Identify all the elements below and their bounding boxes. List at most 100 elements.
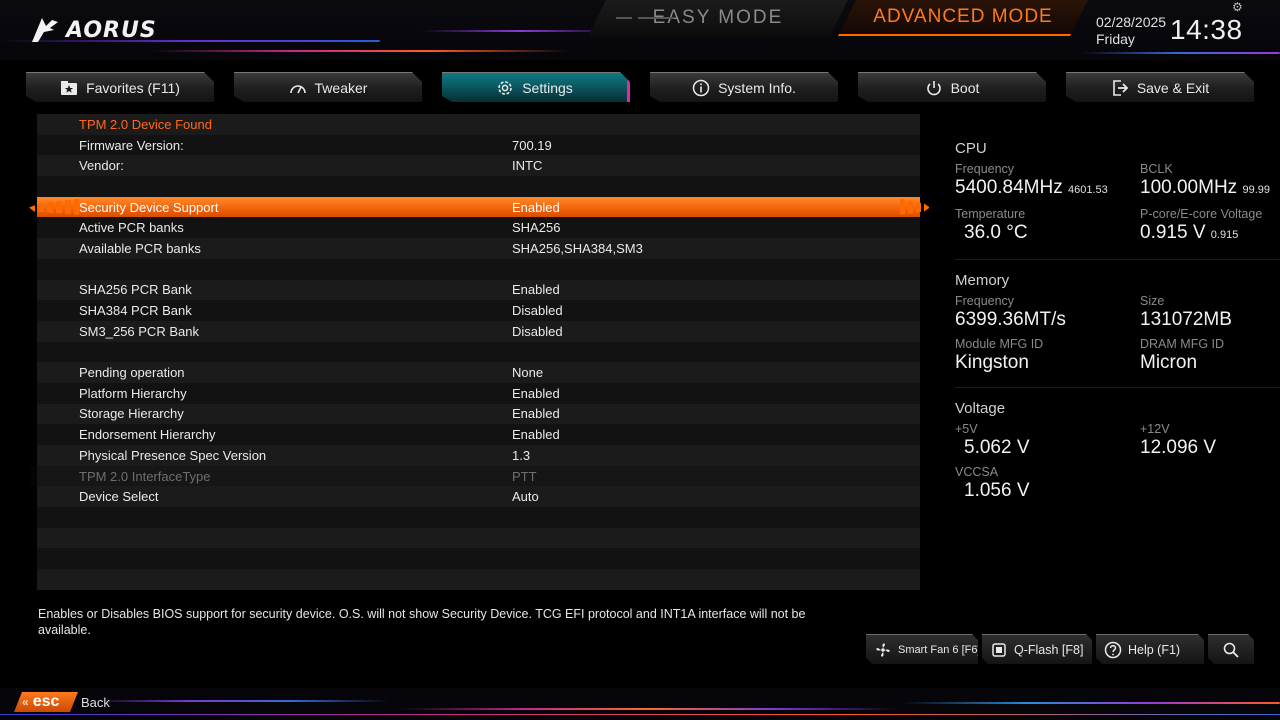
v5-label: +5V bbox=[955, 422, 978, 436]
decor-streak bbox=[420, 30, 620, 32]
gear-icon bbox=[496, 79, 514, 97]
brand-text: AORUS bbox=[66, 17, 157, 43]
setting-value: SHA256 bbox=[512, 220, 561, 236]
star-folder-icon bbox=[60, 79, 78, 97]
decor-streak bbox=[900, 702, 1280, 704]
main-tabs: Favorites (F11) Tweaker Settings System … bbox=[26, 72, 1256, 104]
setting-row-firmware-version: Firmware Version: 700.19 bbox=[37, 134, 920, 156]
date-text: 02/28/2025 bbox=[1096, 14, 1167, 30]
v5-value: 5.062 V bbox=[964, 437, 1030, 458]
empty-row bbox=[37, 258, 920, 280]
setting-label: TPM 2.0 InterfaceType bbox=[79, 468, 211, 484]
esc-button[interactable]: « esc bbox=[14, 692, 78, 712]
setting-label: TPM 2.0 Device Found bbox=[79, 116, 212, 132]
easy-mode-button[interactable]: EASY MODE bbox=[588, 0, 848, 36]
setting-row-device-select[interactable]: Device Select Auto bbox=[37, 486, 920, 508]
tab-boot[interactable]: Boot bbox=[858, 72, 1046, 102]
empty-row bbox=[37, 548, 920, 570]
fan-icon bbox=[874, 641, 892, 659]
advanced-mode-button[interactable]: ADVANCED MODE bbox=[838, 0, 1088, 36]
aorus-logo: AORUS bbox=[30, 14, 157, 46]
empty-row bbox=[37, 507, 920, 528]
tab-label: Tweaker bbox=[314, 79, 368, 96]
search-icon bbox=[1222, 641, 1240, 659]
selection-marker-left bbox=[29, 198, 79, 215]
dram-mfg-label: DRAM MFG ID bbox=[1140, 337, 1225, 351]
setting-label: Active PCR banks bbox=[79, 220, 184, 236]
setting-value[interactable]: Enabled bbox=[512, 386, 560, 401]
decor-streak bbox=[90, 700, 390, 702]
setting-row-physical-presence-spec-version[interactable]: Physical Presence Spec Version 1.3 bbox=[37, 445, 920, 466]
back-label: Back bbox=[81, 695, 110, 710]
setting-value[interactable]: 1.3 bbox=[512, 448, 530, 463]
hardware-monitor: CPU Frequency 5400.84MHz 4601.53 BCLK 10… bbox=[955, 140, 1280, 515]
setting-label: Storage Hierarchy bbox=[79, 406, 184, 422]
setting-value[interactable]: Disabled bbox=[512, 324, 563, 339]
help-description: Enables or Disables BIOS support for sec… bbox=[38, 607, 806, 637]
setting-label: Physical Presence Spec Version bbox=[79, 447, 267, 463]
button-label: Q-Flash [F8] bbox=[1014, 642, 1084, 657]
decor-streak bbox=[1080, 52, 1280, 54]
tab-favorites[interactable]: Favorites (F11) bbox=[26, 72, 214, 102]
setting-label: Device Select bbox=[79, 489, 159, 505]
smart-fan-button[interactable]: Smart Fan 6 [F6] bbox=[866, 634, 978, 664]
speedometer-icon bbox=[289, 79, 307, 97]
v12-label: +12V bbox=[1140, 422, 1170, 436]
esc-label: esc bbox=[32, 693, 60, 710]
divider bbox=[955, 259, 1280, 260]
empty-row bbox=[37, 527, 920, 549]
tab-save-exit[interactable]: Save & Exit bbox=[1066, 72, 1254, 102]
tab-settings[interactable]: Settings bbox=[442, 72, 630, 102]
setting-row-tpm-2-0-device-found: TPM 2.0 Device Found bbox=[37, 114, 920, 135]
vccsa-label: VCCSA bbox=[955, 465, 999, 479]
setting-value[interactable]: None bbox=[512, 365, 543, 380]
decor-streak bbox=[150, 50, 570, 52]
setting-row-endorsement-hierarchy[interactable]: Endorsement Hierarchy Enabled bbox=[37, 424, 920, 445]
setting-row-tpm-2-0-interfacetype: TPM 2.0 InterfaceType PTT bbox=[37, 465, 920, 487]
setting-label: SHA256 PCR Bank bbox=[79, 282, 192, 298]
setting-value[interactable]: Disabled bbox=[512, 303, 563, 318]
v12-value: 12.096 V bbox=[1140, 437, 1217, 458]
memory-frequency-label: Frequency bbox=[955, 294, 1015, 308]
tab-label: Boot bbox=[950, 79, 980, 96]
cpu-frequency-value: 5400.84MHz 4601.53 bbox=[955, 177, 1108, 198]
setting-value[interactable]: Enabled bbox=[512, 427, 560, 442]
setting-row-sha384-pcr-bank[interactable]: SHA384 PCR Bank Disabled bbox=[37, 300, 920, 321]
setting-row-pending-operation[interactable]: Pending operation None bbox=[37, 362, 920, 383]
setting-row-security-device-support[interactable]: Security Device Support Enabled bbox=[29, 196, 930, 218]
empty-row bbox=[37, 176, 920, 197]
search-button[interactable] bbox=[1208, 634, 1254, 664]
setting-value[interactable]: Enabled bbox=[512, 282, 560, 297]
module-mfg-label: Module MFG ID bbox=[955, 337, 1044, 351]
core-voltage-value: 0.915 V 0.915 bbox=[1140, 222, 1239, 243]
clock-settings-icon[interactable]: ⚙ bbox=[1232, 0, 1243, 14]
help-button[interactable]: Help (F1) bbox=[1096, 634, 1204, 664]
setting-row-sha256-pcr-bank[interactable]: SHA256 PCR Bank Enabled bbox=[37, 279, 920, 301]
tab-label: Settings bbox=[522, 79, 573, 96]
setting-value[interactable]: Enabled bbox=[512, 200, 560, 215]
memory-frequency-value: 6399.36MT/s bbox=[955, 309, 1066, 330]
setting-row-sm3-256-pcr-bank[interactable]: SM3_256 PCR Bank Disabled bbox=[37, 320, 920, 342]
q-flash-button[interactable]: Q-Flash [F8] bbox=[982, 634, 1092, 664]
setting-row-platform-hierarchy[interactable]: Platform Hierarchy Enabled bbox=[37, 382, 920, 404]
tab-tweaker[interactable]: Tweaker bbox=[234, 72, 422, 102]
setting-value[interactable]: Enabled bbox=[512, 406, 560, 421]
help-icon bbox=[1104, 641, 1122, 659]
setting-label: SHA384 PCR Bank bbox=[79, 303, 192, 319]
setting-row-available-pcr-banks: Available PCR banks SHA256,SHA384,SM3 bbox=[37, 238, 920, 259]
bclk-value: 100.00MHz 99.99 bbox=[1140, 177, 1270, 198]
tab-system-info[interactable]: System Info. bbox=[650, 72, 838, 102]
setting-label: Firmware Version: bbox=[79, 137, 184, 153]
cpu-temperature-label: Temperature bbox=[955, 207, 1026, 221]
setting-value[interactable]: Auto bbox=[512, 489, 539, 504]
tab-label: Save & Exit bbox=[1136, 79, 1210, 96]
chip-icon bbox=[990, 641, 1008, 659]
button-label: Smart Fan 6 [F6] bbox=[898, 643, 981, 656]
date-display: 02/28/2025 Friday bbox=[1096, 14, 1166, 48]
setting-label: Endorsement Hierarchy bbox=[79, 427, 216, 443]
memory-section: Memory Frequency 6399.36MT/s Size 131072… bbox=[955, 272, 1280, 375]
vccsa-value: 1.056 V bbox=[964, 480, 1030, 501]
setting-row-storage-hierarchy[interactable]: Storage Hierarchy Enabled bbox=[37, 403, 920, 425]
footer-bar: « esc Back bbox=[0, 688, 1280, 720]
setting-value: PTT bbox=[512, 468, 537, 484]
